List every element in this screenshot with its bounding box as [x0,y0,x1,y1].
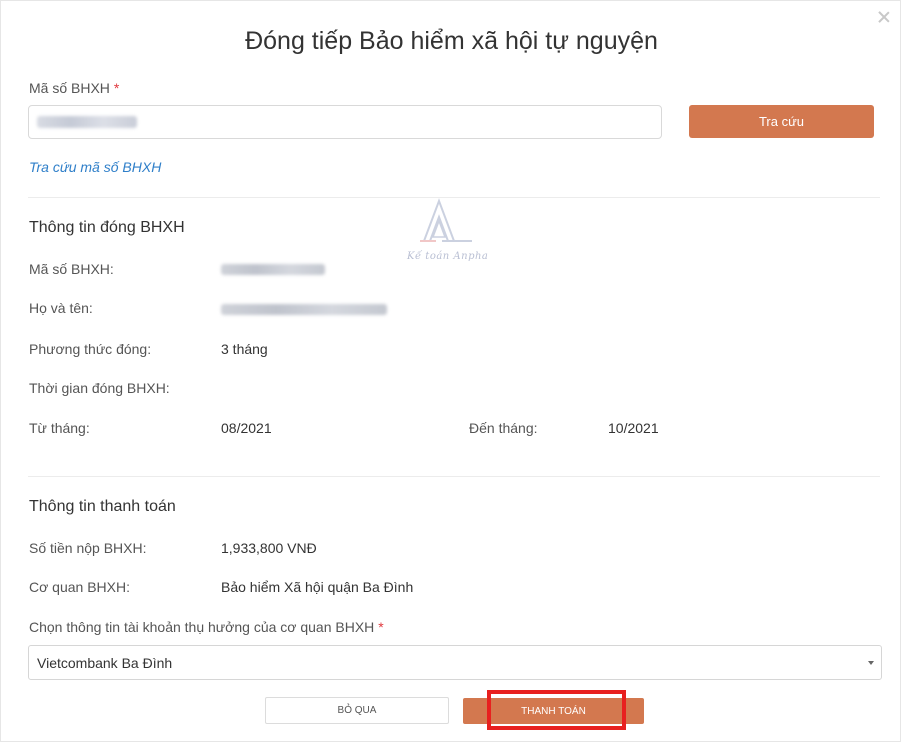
beneficiary-account-select[interactable]: Vietcombank Ba Đình [28,645,882,680]
name-label: Họ và tên: [29,300,93,316]
to-month-value: 10/2021 [608,420,659,436]
account-label: Chọn thông tin tài khoản thụ hưởng của c… [29,619,384,635]
amount-value: 1,933,800 VNĐ [221,540,317,556]
account-label-text: Chọn thông tin tài khoản thụ hưởng của c… [29,619,375,635]
agency-value: Bảo hiểm Xã hội quận Ba Đình [221,579,414,595]
search-button[interactable]: Tra cứu [689,105,874,138]
id-label: Mã số BHXH: [29,261,114,277]
redacted-value [37,116,137,128]
contribution-section-title: Thông tin đóng BHXH [29,219,185,236]
divider [28,476,880,477]
amount-label: Số tiền nộp BHXH: [29,540,147,556]
method-value: 3 tháng [221,341,268,357]
required-mark: * [113,80,120,96]
bhxh-id-label: Mã số BHXH * [29,80,119,96]
chevron-down-icon[interactable] [868,661,874,665]
redacted-id [221,264,325,275]
payment-section-title: Thông tin thanh toán [29,498,176,515]
redacted-name [221,304,387,315]
dialog-title: Đóng tiếp Bảo hiểm xã hội tự nguyện [245,27,658,55]
bhxh-id-label-text: Mã số BHXH [29,80,110,96]
payment-dialog: Đóng tiếp Bảo hiểm xã hội tự nguyện Mã s… [0,0,901,742]
to-month-label: Đến tháng: [469,420,538,436]
method-label: Phương thức đóng: [29,341,152,357]
watermark-text: Kế toán Anpha [407,251,489,262]
close-icon[interactable] [876,9,892,25]
pay-button[interactable]: THANH TOÁN [463,698,644,724]
period-label: Thời gian đóng BHXH: [29,380,170,396]
skip-button[interactable]: BỎ QUA [265,697,449,724]
lookup-id-link[interactable]: Tra cứu mã số BHXH [29,159,161,175]
agency-label: Cơ quan BHXH: [29,579,131,595]
required-mark: * [378,619,384,635]
bhxh-id-input[interactable] [28,105,662,139]
select-value: Vietcombank Ba Đình [37,655,173,671]
from-month-label: Từ tháng: [29,420,90,436]
from-month-value: 08/2021 [221,420,272,436]
